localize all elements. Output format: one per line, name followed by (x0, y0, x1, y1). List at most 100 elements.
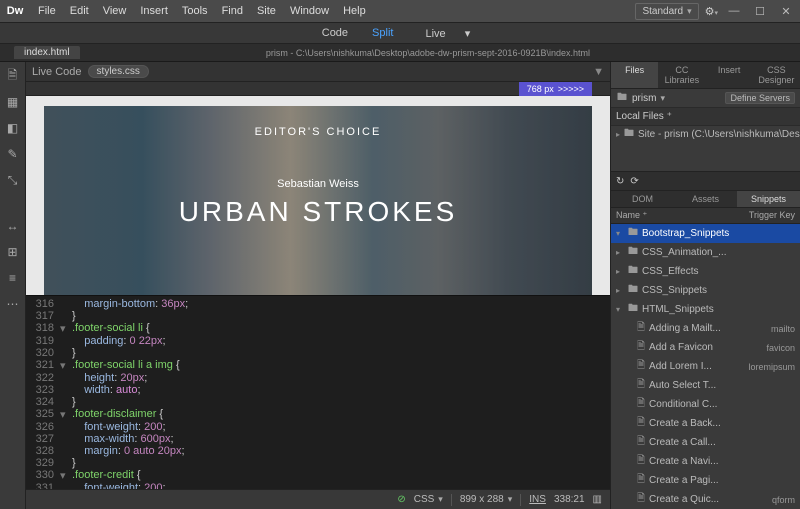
titlebar: Dw File Edit View Insert Tools Find Site… (0, 0, 800, 22)
code-line[interactable]: 317 } (26, 310, 610, 322)
files-icon[interactable]: 🗎 (5, 68, 21, 84)
code-line[interactable]: 316 margin-bottom: 36px; (26, 298, 610, 310)
snippet-file[interactable]: 🗎Create a Pagi... (611, 471, 800, 490)
status-lang[interactable]: CSS▾ (414, 494, 443, 505)
code-line[interactable]: 321▾.footer-social li a img { (26, 359, 610, 372)
snippet-folder[interactable]: ▾🖿Bootstrap_Snippets (611, 224, 800, 243)
tab-dom[interactable]: DOM (611, 191, 674, 207)
breakpoint-indicator[interactable]: 768 px>>>>> (519, 82, 592, 96)
hero-kicker: EDITOR'S CHOICE (255, 126, 382, 138)
code-line[interactable]: 325▾.footer-disclaimer { (26, 408, 610, 421)
sync-settings-icon[interactable]: ⚙▾ (705, 5, 718, 18)
snippet-file[interactable]: 🗎Create a Back... (611, 414, 800, 433)
sync-icon[interactable]: ⟳ (630, 176, 638, 187)
maximize-icon[interactable]: ☐ (750, 4, 770, 18)
menu-view[interactable]: View (97, 3, 133, 19)
related-file-styles[interactable]: styles.css (88, 65, 149, 78)
tab-snippets[interactable]: Snippets (737, 191, 800, 207)
site-root-row[interactable]: ▸ 🖿 Site - prism (C:\Users\nishkuma\Desk… (611, 126, 800, 142)
snippet-file[interactable]: 🗎Adding a Mailt...mailto (611, 319, 800, 338)
define-servers-button[interactable]: Define Servers (725, 92, 795, 104)
viewbar: Code Split Live ▾ (0, 22, 800, 44)
expand-icon[interactable]: ⤡ (5, 172, 21, 188)
breakpoint-ruler[interactable]: 768 px>>>>> (26, 82, 610, 96)
status-insert-mode[interactable]: INS (529, 494, 546, 505)
menu-insert[interactable]: Insert (134, 3, 174, 19)
grid-icon[interactable]: ⊞ (5, 244, 21, 260)
tab-insert[interactable]: Insert (706, 62, 753, 88)
files-panel-tabs: Files CC Libraries Insert CSS Designer (611, 62, 800, 89)
menu-site[interactable]: Site (251, 3, 282, 19)
code-line[interactable]: 328 margin: 0 auto 20px; (26, 445, 610, 457)
more-icon[interactable]: ⋯ (5, 296, 21, 312)
site-folder-icon: 🖿 (616, 92, 628, 104)
local-files-header[interactable]: Local Files ⁺ (616, 111, 672, 122)
snippet-file[interactable]: 🗎Add Lorem I...loremipsum (611, 357, 800, 376)
code-line[interactable]: 329 } (26, 457, 610, 469)
view-split[interactable]: Split (364, 25, 401, 41)
menu-tools[interactable]: Tools (176, 3, 214, 19)
live-preview[interactable]: EDITOR'S CHOICE Sebastian Weiss URBAN ST… (26, 96, 610, 296)
code-line[interactable]: 319 padding: 0 22px; (26, 335, 610, 347)
manage-sites-icon[interactable]: ▦ (5, 94, 21, 110)
doc-tab-index[interactable]: index.html (14, 46, 80, 59)
tab-cssdesigner[interactable]: CSS Designer (753, 62, 800, 88)
menu-help[interactable]: Help (337, 3, 372, 19)
code-line[interactable]: 327 max-width: 600px; (26, 433, 610, 445)
code-line[interactable]: 331 font-weight: 200; (26, 482, 610, 489)
snippets-header[interactable]: Name ⁺Trigger Key (611, 208, 800, 224)
code-line[interactable]: 320 } (26, 347, 610, 359)
site-select[interactable]: prism (632, 93, 656, 104)
snippet-folder[interactable]: ▸🖿CSS_Effects (611, 262, 800, 281)
status-ok-icon[interactable]: ⊘ (397, 494, 405, 505)
tab-cclib[interactable]: CC Libraries (658, 62, 705, 88)
inspect-icon[interactable]: ✎ (5, 146, 21, 162)
minimize-icon[interactable]: — (724, 4, 744, 18)
document-tabs: index.html prism - C:\Users\nishkuma\Des… (0, 44, 800, 62)
ruler-icon[interactable]: ↔ (5, 218, 21, 234)
menu-edit[interactable]: Edit (64, 3, 95, 19)
menu-window[interactable]: Window (284, 3, 335, 19)
menu-file[interactable]: File (32, 3, 62, 19)
snippets-tree[interactable]: ▾🖿Bootstrap_Snippets▸🖿CSS_Animation_...▸… (611, 224, 800, 509)
snippet-file[interactable]: 🗎Create a Navi... (611, 452, 800, 471)
code-line[interactable]: 318▾.footer-social li { (26, 322, 610, 335)
view-code[interactable]: Code (314, 25, 356, 41)
status-dims[interactable]: 899 x 288▾ (460, 494, 512, 505)
tab-assets[interactable]: Assets (674, 191, 737, 207)
lower-panel-tabs: DOM Assets Snippets (611, 191, 800, 208)
workspace-switcher[interactable]: Standard▾ (635, 3, 698, 20)
status-overflow-icon[interactable]: ▥ (593, 494, 602, 505)
close-icon[interactable]: ✕ (776, 4, 796, 18)
snippet-file[interactable]: 🗎Add a Faviconfavicon (611, 338, 800, 357)
code-line[interactable]: 323 width: auto; (26, 384, 610, 396)
snippet-file[interactable]: 🗎Create a Quic...qform (611, 490, 800, 509)
guides-icon[interactable]: ≡ (5, 270, 21, 286)
tab-files[interactable]: Files (611, 62, 658, 88)
view-live[interactable]: Live ▾ (409, 25, 486, 42)
code-line[interactable]: 326 font-weight: 200; (26, 421, 610, 433)
doc-path: prism - C:\Users\nishkuma\Desktop\adobe-… (266, 48, 590, 58)
snippet-folder[interactable]: ▸🖿CSS_Animation_... (611, 243, 800, 262)
snippet-file[interactable]: 🗎Create a Call... (611, 433, 800, 452)
code-line[interactable]: 322 height: 20px; (26, 372, 610, 384)
statusbar: ⊘ CSS▾ 899 x 288▾ INS 338:21 ▥ (26, 489, 610, 509)
snippet-file[interactable]: 🗎Auto Select T... (611, 376, 800, 395)
live-code-label: Live Code (32, 66, 82, 78)
hero-title: URBAN STROKES (179, 196, 458, 228)
refresh-icon[interactable]: ↻ (616, 176, 624, 187)
status-cursor-pos: 338:21 (554, 494, 585, 505)
folder-icon: 🖿 (624, 128, 634, 140)
snippet-file[interactable]: 🗎Conditional C... (611, 395, 800, 414)
snippet-folder[interactable]: ▸🖿CSS_Snippets (611, 281, 800, 300)
filter-icon[interactable]: ▼ (593, 66, 604, 78)
code-editor[interactable]: 316 margin-bottom: 36px;317 }318▾.footer… (26, 296, 610, 489)
related-files-bar: Live Code styles.css ▼ (26, 62, 610, 82)
hero-author: Sebastian Weiss (277, 178, 359, 190)
preview-icon[interactable]: ◧ (5, 120, 21, 136)
code-line[interactable]: 324 } (26, 396, 610, 408)
code-line[interactable]: 330▾.footer-credit { (26, 469, 610, 482)
snippet-folder[interactable]: ▾🖿HTML_Snippets (611, 300, 800, 319)
twisty-icon[interactable]: ▸ (616, 130, 620, 139)
menu-find[interactable]: Find (216, 3, 249, 19)
